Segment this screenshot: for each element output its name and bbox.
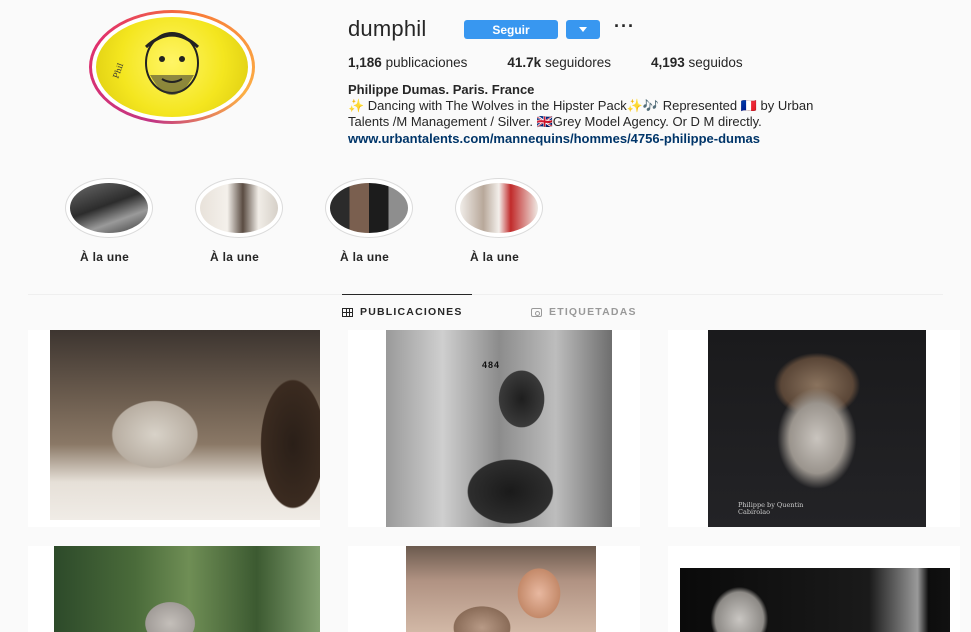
profile-stats: 1,186 publicaciones 41.7k seguidores 4,1… [348, 55, 783, 70]
profile-bio: ✨ Dancing with The Wolves in the Hipster… [348, 98, 948, 130]
highlight-label: À la une [80, 250, 130, 264]
post-tile[interactable] [28, 546, 320, 632]
avatar-signature: Phil [111, 61, 125, 79]
post-overlay-text: Philippe by Quentin Cabirolao [738, 501, 804, 516]
post-image [406, 546, 596, 632]
bio-line: ✨ Dancing with The Wolves in the Hipster… [348, 98, 814, 113]
post-image: 484 [386, 330, 612, 527]
bio-line: Talents /M Management / Silver. 🇬🇧Grey M… [348, 114, 762, 129]
story-highlights: À la une À la une À la une À la une [62, 178, 582, 264]
post-image: Philippe by Quentin Cabirolao [708, 330, 926, 527]
tab-posts[interactable]: PUBLICACIONES [342, 294, 472, 318]
follow-button[interactable]: Seguir [464, 20, 558, 39]
highlight-thumbnail [460, 183, 538, 233]
followers-stat[interactable]: 41.7k seguidores [507, 55, 611, 70]
highlight-label: À la une [210, 250, 260, 264]
highlight-thumbnail [70, 183, 148, 233]
profile-website-link[interactable]: www.urbantalents.com/mannequins/hommes/4… [348, 131, 760, 146]
avatar-image: Phil [96, 17, 248, 117]
posts-stat: 1,186 publicaciones [348, 55, 468, 70]
post-overlay-text: 484 [482, 360, 501, 370]
profile-avatar[interactable]: Phil [89, 10, 255, 124]
tab-tagged[interactable]: ETIQUETADAS [531, 306, 637, 318]
post-image [54, 546, 320, 632]
tag-icon [531, 307, 542, 317]
profile-full-name: Philippe Dumas. Paris. France [348, 82, 535, 97]
post-image [50, 330, 320, 520]
post-tile[interactable] [668, 546, 960, 632]
post-image [680, 568, 950, 632]
highlight-item[interactable]: À la une [192, 178, 322, 264]
highlight-item[interactable]: À la une [452, 178, 582, 264]
chevron-down-icon [579, 27, 587, 32]
highlight-label: À la une [470, 250, 520, 264]
highlight-item[interactable]: À la une [62, 178, 192, 264]
suggestions-dropdown-button[interactable] [566, 20, 600, 39]
username: dumphil [348, 16, 427, 41]
post-tile[interactable] [28, 330, 320, 527]
post-tile[interactable]: 484 [348, 330, 640, 527]
highlight-item[interactable]: À la une [322, 178, 452, 264]
post-tile[interactable]: Philippe by Quentin Cabirolao [668, 330, 960, 527]
following-stat[interactable]: 4,193 seguidos [651, 55, 743, 70]
grid-icon [342, 307, 353, 317]
highlight-label: À la une [340, 250, 390, 264]
section-divider [28, 294, 943, 295]
highlight-thumbnail [200, 183, 278, 233]
post-tile[interactable] [348, 546, 640, 632]
more-options-button[interactable]: ··· [614, 16, 635, 37]
highlight-thumbnail [330, 183, 408, 233]
